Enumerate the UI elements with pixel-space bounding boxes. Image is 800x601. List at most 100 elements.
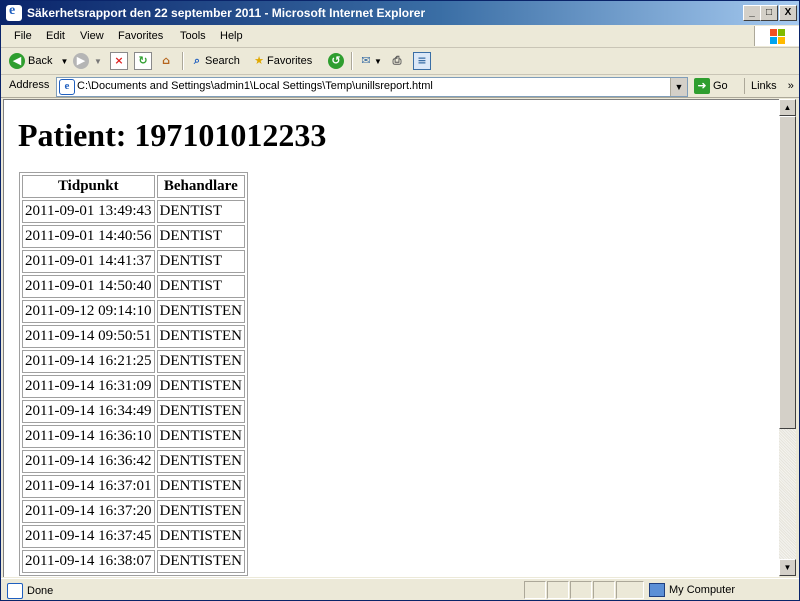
cell-tidpunkt: 2011-09-14 16:36:10 — [22, 425, 155, 448]
table-row: 2011-09-01 14:40:56 DENTIST — [22, 225, 246, 248]
standard-toolbar: ◀ Back ▼ ▶ ▼ × ↻ ⌂ ⌕ Search ★ Favorites ↺ ✉ ▼ — [1, 48, 799, 75]
menu-file[interactable]: File — [14, 30, 32, 42]
status-text: Done — [7, 583, 53, 599]
cell-behandlare: DENTIST — [156, 225, 246, 248]
zone-label: My Computer — [669, 583, 736, 596]
home-icon: ⌂ — [162, 54, 170, 68]
cell-behandlare: DENTIST — [156, 250, 246, 273]
edit-button[interactable]: ≡ — [413, 51, 431, 71]
vertical-scrollbar[interactable]: ▲ ▼ — [779, 99, 796, 576]
page-icon: e — [59, 79, 75, 95]
print-button[interactable]: ⎙ — [389, 51, 405, 71]
chevron-right-icon: » — [787, 80, 794, 92]
table-row: 2011-09-14 16:37:45 DENTISTEN — [22, 525, 246, 548]
table-row: 2011-09-12 09:14:10 DENTISTEN — [22, 300, 246, 323]
chevron-down-icon[interactable]: ▼ — [61, 57, 69, 66]
favorites-button[interactable]: ★ Favorites — [251, 51, 312, 71]
cell-tidpunkt: 2011-09-01 14:41:37 — [22, 250, 155, 273]
close-button[interactable]: X — [779, 5, 797, 21]
menu-tools[interactable]: Tools — [180, 30, 206, 42]
table-row: 2011-09-14 16:36:42 DENTISTEN — [22, 450, 246, 473]
links-button[interactable]: Links » — [744, 78, 794, 94]
address-label: Address — [9, 79, 50, 91]
cell-behandlare: DENTISTEN — [156, 300, 246, 323]
table-row: 2011-09-14 16:37:20 DENTISTEN — [22, 500, 246, 523]
maximize-button[interactable]: □ — [760, 5, 778, 21]
cell-behandlare: DENTISTEN — [156, 325, 246, 348]
refresh-button[interactable]: ↻ — [134, 51, 152, 71]
status-label: Done — [27, 584, 54, 597]
table-row: 2011-09-14 16:31:09 DENTISTEN — [22, 375, 246, 398]
table-row: 2011-09-14 16:38:07 DENTISTEN — [22, 550, 246, 573]
address-bar: Address e C:\Documents and Settings\admi… — [1, 75, 799, 98]
table-row: 2011-09-14 09:50:51 DENTISTEN — [22, 325, 246, 348]
menu-edit[interactable]: Edit — [46, 30, 65, 42]
refresh-icon: ↻ — [134, 52, 152, 71]
star-icon: ★ — [254, 54, 264, 68]
mail-button[interactable]: ✉ ▼ — [358, 51, 382, 71]
cell-behandlare: DENTISTEN — [156, 400, 246, 423]
address-dropdown-button[interactable]: ▼ — [670, 78, 687, 96]
status-bar: Done My Computer — [1, 578, 799, 600]
cell-tidpunkt: 2011-09-14 16:34:49 — [22, 400, 155, 423]
chevron-down-icon[interactable]: ▼ — [94, 57, 102, 66]
title-bar[interactable]: Säkerhetsrapport den 22 september 2011 -… — [1, 1, 799, 25]
cell-tidpunkt: 2011-09-14 16:21:25 — [22, 350, 155, 373]
stop-button[interactable]: × — [110, 51, 128, 71]
cell-tidpunkt: 2011-09-01 14:40:56 — [22, 225, 155, 248]
cell-tidpunkt: 2011-09-14 16:37:45 — [22, 525, 155, 548]
forward-button[interactable]: ▶ ▼ — [73, 51, 102, 71]
page-content: Patient: 197101012233 Tidpunkt Behandlar… — [3, 99, 779, 577]
menu-favorites[interactable]: Favorites — [118, 30, 163, 42]
back-label: Back — [28, 55, 53, 67]
column-header-tidpunkt: Tidpunkt — [22, 175, 155, 198]
cell-behandlare: DENTISTEN — [156, 375, 246, 398]
cell-tidpunkt: 2011-09-12 09:14:10 — [22, 300, 155, 323]
cell-tidpunkt: 2011-09-14 16:37:01 — [22, 475, 155, 498]
scroll-up-button[interactable]: ▲ — [779, 99, 796, 116]
status-panel — [570, 581, 592, 599]
go-button[interactable]: ➜ Go — [694, 78, 728, 94]
cell-tidpunkt: 2011-09-14 16:36:42 — [22, 450, 155, 473]
address-value[interactable]: C:\Documents and Settings\admin1\Local S… — [77, 80, 433, 92]
menu-help[interactable]: Help — [220, 30, 243, 42]
stop-icon: × — [110, 52, 128, 71]
status-panel — [616, 581, 644, 599]
history-icon: ↺ — [328, 53, 344, 70]
favorites-label: Favorites — [267, 55, 313, 67]
access-log-table: Tidpunkt Behandlare 2011-09-01 13:49:43 D… — [19, 172, 249, 576]
menu-bar: File Edit View Favorites Tools Help — [1, 25, 799, 48]
forward-arrow-icon: ▶ — [73, 53, 89, 70]
cell-tidpunkt: 2011-09-14 16:31:09 — [22, 375, 155, 398]
internet-explorer-icon — [6, 3, 22, 21]
table-row: 2011-09-01 14:50:40 DENTIST — [22, 275, 246, 298]
home-button[interactable]: ⌂ — [158, 51, 174, 71]
page-done-icon — [7, 583, 23, 599]
cell-behandlare: DENTISTEN — [156, 450, 246, 473]
table-row: 2011-09-14 16:21:25 DENTISTEN — [22, 350, 246, 373]
security-zone: My Computer — [649, 583, 735, 597]
links-label: Links — [751, 80, 777, 92]
chevron-down-icon[interactable]: ▼ — [374, 57, 382, 66]
back-button[interactable]: ◀ Back ▼ — [9, 51, 68, 71]
column-header-behandlare: Behandlare — [156, 175, 246, 198]
cell-behandlare: DENTIST — [156, 200, 246, 223]
scroll-down-button[interactable]: ▼ — [779, 559, 796, 576]
menu-view[interactable]: View — [80, 30, 104, 42]
minimize-button[interactable]: _ — [743, 5, 761, 21]
toolbar-separator — [182, 52, 184, 70]
mail-icon: ✉ — [361, 54, 371, 68]
back-arrow-icon: ◀ — [9, 53, 25, 70]
table-row: 2011-09-14 16:34:49 DENTISTEN — [22, 400, 246, 423]
cell-tidpunkt: 2011-09-14 16:37:20 — [22, 500, 155, 523]
page-heading: Patient: 197101012233 — [18, 117, 327, 153]
table-row: 2011-09-01 14:41:37 DENTIST — [22, 250, 246, 273]
computer-icon — [649, 583, 665, 597]
cell-behandlare: DENTIST — [156, 275, 246, 298]
history-button[interactable]: ↺ — [328, 51, 347, 71]
search-button[interactable]: ⌕ Search — [189, 51, 240, 71]
windows-logo-icon — [754, 26, 799, 46]
address-input[interactable]: e C:\Documents and Settings\admin1\Local… — [56, 77, 688, 97]
scrollbar-thumb[interactable] — [779, 116, 796, 429]
search-icon: ⌕ — [193, 54, 201, 68]
